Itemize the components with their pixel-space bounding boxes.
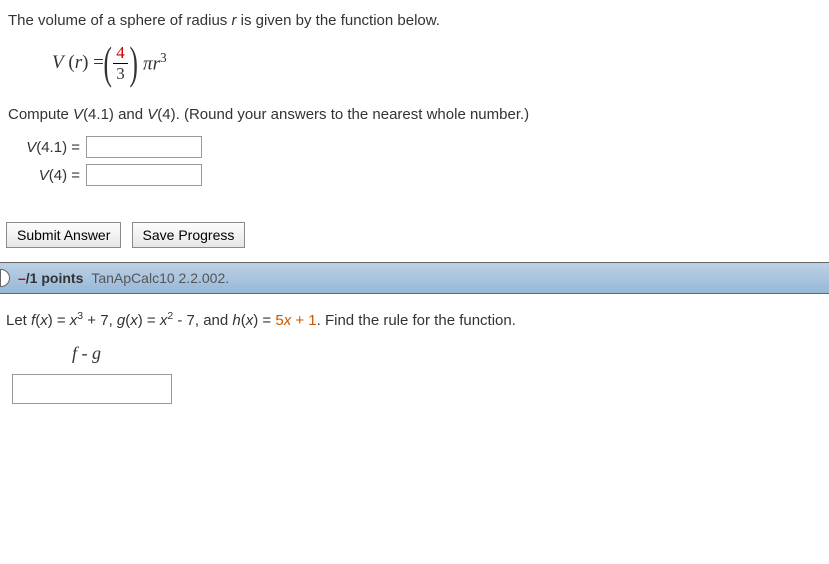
compute-instruction: Compute V(4.1) and V(4). (Round your ans… [8, 104, 821, 127]
compute-v1: V [73, 106, 83, 123]
input-v41[interactable] [86, 136, 202, 158]
rule-fg: f - g [72, 343, 819, 364]
fraction-4-3: 4 3 [113, 43, 128, 84]
compute-v2arg: (4). (Round your answers to the nearest … [157, 106, 529, 123]
big-lparen: ( [103, 43, 111, 83]
button-row: Submit Answer Save Progress [0, 204, 829, 262]
p2-h: h [232, 312, 240, 329]
compute-a: Compute [8, 106, 73, 123]
formula-V: V [52, 52, 64, 74]
formula-exp-3: 3 [160, 50, 167, 65]
save-progress-button[interactable]: Save Progress [132, 222, 246, 248]
big-rparen: ) [129, 43, 137, 83]
label-v4: V(4) = [8, 167, 86, 184]
volume-formula: V (r) = ( 4 3 ) πr3 [52, 43, 821, 84]
problem1-intro: The volume of a sphere of radius r is gi… [8, 10, 821, 33]
question-reference: TanApCalc10 2.2.002. [91, 270, 229, 286]
points-text: /1 points [26, 270, 84, 286]
intro-text-b: is given by the function below. [236, 12, 439, 29]
problem2-text: Let f(x) = x3 + 7, g(x) = x2 - 7, and h(… [6, 308, 819, 333]
frac-den: 3 [113, 64, 128, 84]
compute-v1arg: (4.1) and [83, 106, 147, 123]
p2-h-eq: ) = [253, 312, 275, 329]
p2-g-x: x [130, 312, 138, 329]
formula-r-arg: r [75, 52, 82, 74]
formula-pi: π [143, 54, 153, 75]
submit-answer-button[interactable]: Submit Answer [6, 222, 121, 248]
answer-row-v4: V(4) = [8, 164, 821, 186]
points-negative: – [18, 270, 26, 286]
p2-h-5: 5 [275, 312, 283, 329]
formula-r: r [153, 54, 160, 75]
p2-f-eq: ) = [48, 312, 70, 329]
header-notch-icon [0, 269, 10, 287]
compute-v2: V [147, 106, 157, 123]
label-v41: V(4.1) = [8, 139, 86, 156]
intro-text-a: The volume of a sphere of radius [8, 12, 231, 29]
p2-f-rest: + 7, [83, 312, 117, 329]
question-header: –/1 points TanApCalc10 2.2.002. [0, 262, 829, 294]
input-v4[interactable] [86, 164, 202, 186]
p2-g: g [117, 312, 125, 329]
input-f-minus-g[interactable] [12, 374, 172, 404]
p2-tail: . Find the rule for the function. [317, 312, 516, 329]
answer-row-v41: V(4.1) = [8, 136, 821, 158]
p2-g-rest: - 7, and [173, 312, 232, 329]
p2-f-x: x [40, 312, 48, 329]
formula-eq: ) = [82, 52, 104, 74]
p2-g-eq: ) = [138, 312, 160, 329]
p2-h-plus1: + 1 [291, 312, 316, 329]
p2-let: Let [6, 312, 31, 329]
frac-num: 4 [113, 43, 128, 64]
